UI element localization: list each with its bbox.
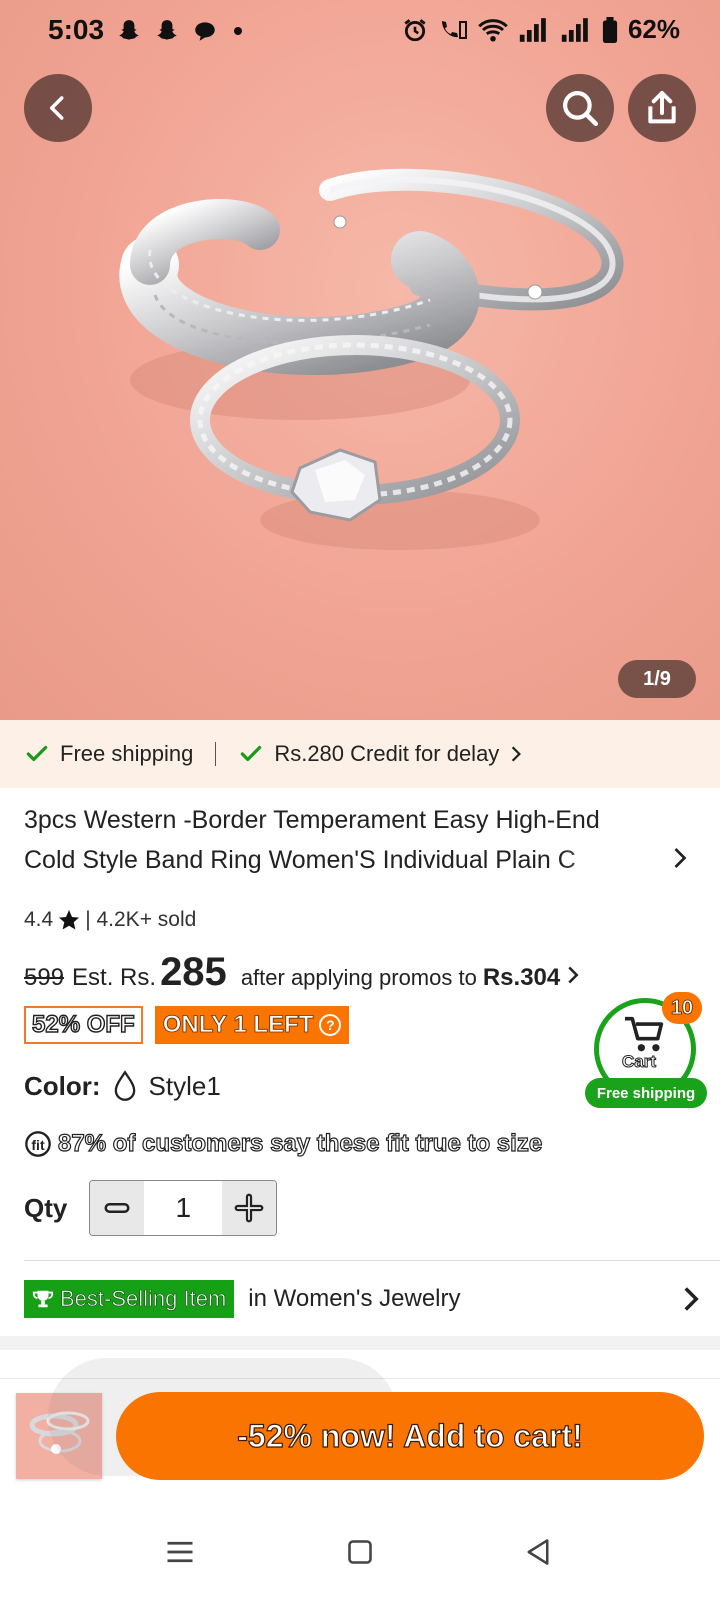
- best-selling-label: Best-Selling Item: [60, 1286, 227, 1312]
- rating-row[interactable]: 4.4 | 4.2K+ sold: [24, 908, 196, 932]
- original-price: 599: [24, 964, 65, 991]
- battery-percent: 62%: [627, 14, 680, 44]
- fit-info-row: fit 87% of customers say these fit true …: [24, 1129, 543, 1158]
- chevron-right-icon[interactable]: [566, 965, 580, 985]
- increase-button[interactable]: [222, 1181, 277, 1235]
- chevron-left-icon: [50, 96, 64, 120]
- recent-apps-button[interactable]: [160, 1532, 200, 1572]
- best-selling-row[interactable]: Best-Selling Item in Women's Jewelry: [24, 1278, 700, 1320]
- help-icon[interactable]: ?: [319, 1014, 342, 1036]
- back-button[interactable]: [24, 74, 92, 142]
- decrease-button[interactable]: [90, 1181, 145, 1235]
- color-value: Style1: [148, 1070, 221, 1101]
- quantity-value[interactable]: 1: [144, 1181, 223, 1235]
- chevron-right-icon: [684, 1287, 699, 1311]
- sold-count: | 4.2K+ sold: [85, 908, 197, 931]
- section-separator: [0, 1336, 720, 1350]
- plus-icon: [234, 1193, 264, 1223]
- snapchat-icon: [157, 20, 177, 40]
- best-selling-category: in Women's Jewelry: [248, 1285, 461, 1312]
- share-button[interactable]: [628, 74, 696, 142]
- floating-cart-label: Cart: [621, 1052, 657, 1072]
- free-shipping-label: Free shipping: [60, 741, 194, 766]
- back-nav-button[interactable]: [518, 1532, 558, 1572]
- svg-text:fit: fit: [31, 1137, 45, 1153]
- minus-icon: [104, 1203, 130, 1213]
- snapchat-icon: [119, 20, 139, 40]
- floating-cart-shipping: Free shipping: [585, 1078, 707, 1108]
- wifi-icon: [478, 18, 508, 41]
- system-navigation-bar: [0, 1500, 720, 1600]
- promo-note: after applying promos to: [240, 965, 477, 990]
- battery-icon: [602, 16, 618, 43]
- chevron-right-icon[interactable]: [672, 846, 688, 870]
- fit-text: 87% of customers say these fit true to s…: [57, 1129, 543, 1157]
- check-icon: [26, 745, 48, 762]
- volte-call-icon: [441, 20, 467, 39]
- quantity-stepper[interactable]: 1: [89, 1180, 278, 1236]
- free-shipping-item: Free shipping: [24, 741, 193, 767]
- product-image-gallery[interactable]: 5:03 62% 1/9: [0, 0, 720, 720]
- estimated-price-label: Est. Rs.: [72, 964, 157, 991]
- search-button[interactable]: [546, 74, 614, 142]
- promo-price[interactable]: Rs.304: [483, 964, 560, 992]
- status-time: 5:03: [48, 14, 105, 45]
- notification-icons: [116, 18, 246, 44]
- credit-for-delay-label: Rs.280 Credit for delay: [274, 741, 500, 766]
- star-icon: [59, 910, 80, 930]
- search-icon: [563, 91, 599, 127]
- cart-icon: [625, 1016, 664, 1052]
- square-icon: [348, 1540, 372, 1564]
- color-row[interactable]: Color: Style1: [24, 1070, 221, 1102]
- status-bar: 5:03 62%: [0, 0, 720, 62]
- best-selling-badge: Best-Selling Item: [24, 1280, 235, 1318]
- stock-badge[interactable]: ONLY 1 LEFT ?: [154, 1006, 350, 1044]
- fit-icon: fit: [25, 1131, 51, 1157]
- badge-row: 52% OFF ONLY 1 LEFT ?: [24, 1006, 350, 1044]
- discount-badge: 52% OFF: [24, 1006, 143, 1044]
- cart-count-badge: 10: [662, 992, 702, 1024]
- color-label: Color:: [24, 1070, 101, 1101]
- share-icon: [648, 91, 676, 124]
- alarm-icon: [404, 18, 426, 41]
- triangle-back-icon: [527, 1539, 549, 1565]
- trophy-icon: [32, 1290, 54, 1308]
- estimated-price: 285: [160, 950, 227, 994]
- chevron-right-icon: [512, 746, 522, 762]
- divider: [215, 742, 217, 766]
- add-to-cart-button[interactable]: -52% now! Add to cart!: [116, 1392, 704, 1480]
- dot-icon: [234, 27, 242, 35]
- system-status-icons: 62%: [402, 14, 680, 45]
- home-button[interactable]: [340, 1532, 380, 1572]
- rating-value: 4.4: [24, 908, 54, 931]
- signal-icon: [519, 17, 546, 42]
- gallery-page-indicator: 1/9: [618, 660, 696, 698]
- menu-icon: [167, 1541, 193, 1563]
- stock-badge-label: ONLY 1 LEFT: [162, 1011, 314, 1039]
- drop-icon: [114, 1070, 135, 1101]
- signal-icon: [561, 17, 588, 42]
- credit-for-delay-item[interactable]: Rs.280 Credit for delay: [238, 741, 523, 767]
- check-icon: [241, 745, 262, 762]
- quantity-row: Qty 1: [24, 1180, 278, 1236]
- qty-label: Qty: [24, 1192, 68, 1223]
- chat-icon: [195, 22, 215, 41]
- divider: [24, 1260, 720, 1261]
- title-fade: [560, 840, 640, 880]
- shipping-info-strip[interactable]: Free shipping Rs.280 Credit for delay: [0, 720, 720, 788]
- price-row: 599 Est. Rs. 285 after applying promos t…: [24, 950, 580, 995]
